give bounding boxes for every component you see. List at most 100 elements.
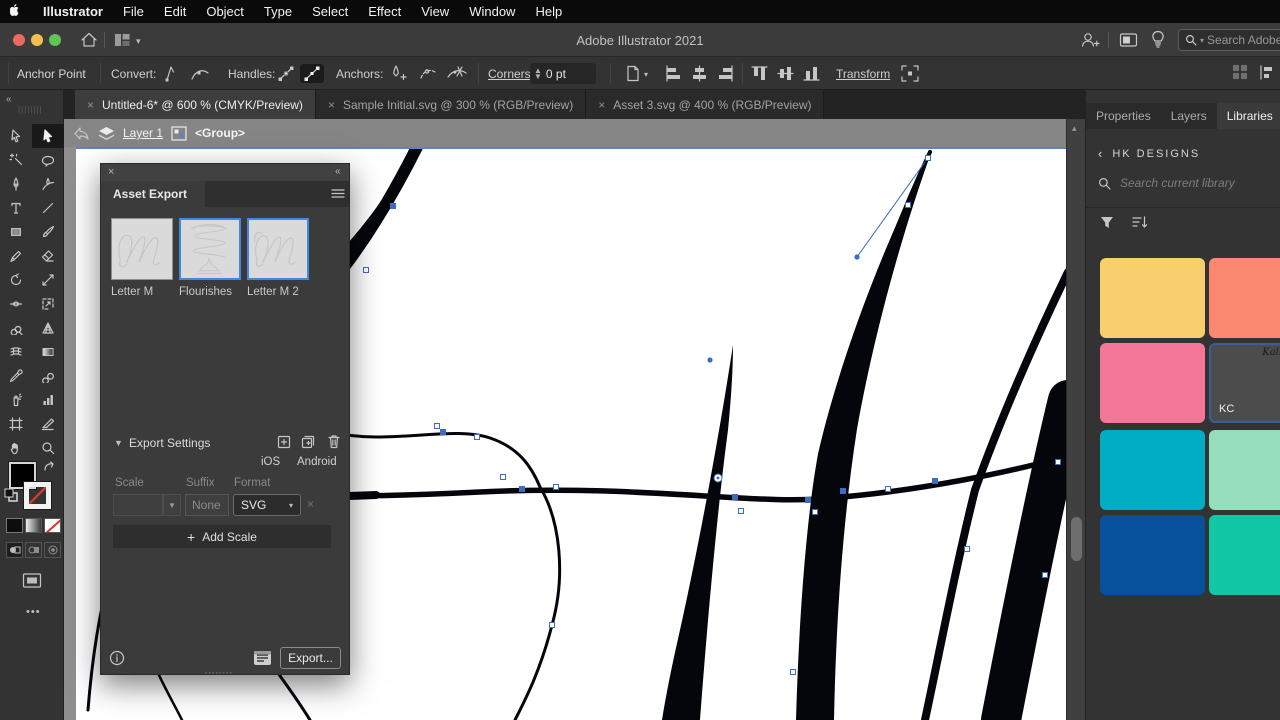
cut-path-icon[interactable]	[446, 64, 468, 83]
collapse-panel-icon[interactable]: «	[335, 166, 341, 177]
stroke-color-well[interactable]	[24, 482, 51, 509]
type-tool[interactable]	[0, 196, 32, 220]
color-mode-gradient-button[interactable]	[25, 518, 42, 533]
library-color-swatch[interactable]	[1100, 258, 1205, 338]
tools-drag-handle[interactable]: ||||||||	[18, 105, 43, 114]
menu-item-help[interactable]: Help	[525, 4, 572, 19]
document-setup-icon[interactable]	[624, 64, 642, 83]
align-top-icon[interactable]	[750, 64, 769, 83]
close-tab-icon[interactable]: ×	[87, 98, 94, 112]
magic-wand-tool[interactable]	[0, 148, 32, 172]
panel-menu-icon[interactable]	[331, 186, 345, 200]
asset-thumb-letter-m[interactable]	[111, 218, 173, 280]
shaper-tool[interactable]	[0, 244, 32, 268]
library-color-swatch[interactable]	[1209, 515, 1280, 595]
menu-item-object[interactable]: Object	[196, 4, 254, 19]
adobe-search-field[interactable]: ▾ Search Adobe	[1178, 29, 1280, 51]
panel-resize-handle[interactable]: ▪▪▪▪▪▪▪▪	[205, 670, 233, 677]
hand-tool[interactable]	[0, 436, 32, 460]
menu-item-window[interactable]: Window	[459, 4, 525, 19]
selection-tool[interactable]	[0, 124, 32, 148]
rectangle-tool[interactable]	[0, 220, 32, 244]
close-tab-icon[interactable]: ×	[328, 98, 335, 112]
panel-dock-icon[interactable]	[1258, 64, 1275, 81]
convert-to-corner-icon[interactable]	[160, 64, 180, 83]
lasso-tool[interactable]	[32, 148, 64, 172]
corners-field[interactable]: ▲▼ 0 pt	[530, 63, 596, 84]
curvature-tool[interactable]	[32, 172, 64, 196]
document-setup-chevron-icon[interactable]: ▾	[644, 70, 648, 79]
eraser-tool[interactable]	[32, 244, 64, 268]
column-graph-tool[interactable]	[32, 388, 64, 412]
library-color-swatch[interactable]	[1209, 258, 1280, 338]
workspace-grid-icon[interactable]	[1232, 64, 1248, 80]
direct-selection-tool[interactable]	[32, 124, 64, 148]
android-link[interactable]: Android	[297, 456, 337, 468]
library-color-swatch[interactable]	[1100, 343, 1205, 423]
menu-app-name[interactable]: Illustrator	[33, 4, 113, 19]
vertical-scrollbar[interactable]: ▴	[1066, 119, 1085, 720]
isolate-object-icon[interactable]	[900, 64, 920, 83]
sort-icon[interactable]	[1132, 216, 1148, 229]
free-transform-tool[interactable]	[32, 292, 64, 316]
document-tab-2[interactable]: ×Asset 3.svg @ 400 % (RGB/Preview)	[586, 90, 824, 119]
breadcrumb-layer[interactable]: Layer 1	[123, 126, 163, 140]
corners-link[interactable]: Corners:	[488, 67, 534, 81]
mesh-tool[interactable]	[0, 340, 32, 364]
remove-anchor-icon[interactable]	[418, 64, 438, 83]
scale-tool[interactable]	[32, 268, 64, 292]
pen-tool[interactable]	[0, 172, 32, 196]
convert-to-smooth-icon[interactable]	[190, 64, 210, 83]
collapse-tools-icon[interactable]: «	[6, 94, 12, 105]
transform-link[interactable]: Transform	[836, 67, 890, 81]
width-tool[interactable]	[0, 292, 32, 316]
remove-scale-icon[interactable]: ×	[307, 497, 314, 511]
eyedropper-tool[interactable]	[0, 364, 32, 388]
asset-thumb-flourishes[interactable]	[179, 218, 241, 280]
menu-item-view[interactable]: View	[411, 4, 459, 19]
launch-export-dialog-icon[interactable]	[253, 650, 272, 666]
add-asset-icon[interactable]	[277, 435, 291, 449]
scroll-up-icon[interactable]: ▴	[1072, 123, 1077, 134]
menu-item-select[interactable]: Select	[302, 4, 358, 19]
library-graphic-item[interactable]: Kalli CompKC	[1209, 343, 1280, 423]
ios-link[interactable]: iOS	[261, 456, 280, 468]
align-center-icon[interactable]	[690, 64, 709, 83]
shape-builder-tool[interactable]	[0, 316, 32, 340]
color-mode-none-button[interactable]	[44, 518, 61, 533]
exit-isolation-icon[interactable]	[72, 126, 90, 141]
scrollbar-thumb[interactable]	[1071, 517, 1082, 561]
apple-menu-icon[interactable]	[0, 4, 33, 19]
gradient-tool[interactable]	[32, 340, 64, 364]
hide-handles-icon[interactable]	[300, 64, 324, 83]
dock-tab-properties[interactable]: Properties	[1086, 103, 1161, 129]
filter-icon[interactable]	[1100, 216, 1114, 229]
lightbulb-icon[interactable]	[1150, 30, 1166, 50]
screen-mode-icon[interactable]	[22, 572, 42, 589]
blend-tool[interactable]	[32, 364, 64, 388]
paintbrush-tool[interactable]	[32, 220, 64, 244]
arrange-documents-icon[interactable]	[1119, 32, 1138, 48]
zoom-tool[interactable]	[32, 436, 64, 460]
perspective-grid-tool[interactable]	[32, 316, 64, 340]
document-tab-1[interactable]: ×Sample Initial.svg @ 300 % (RGB/Preview…	[316, 90, 586, 119]
dock-tab-libraries[interactable]: Libraries	[1217, 103, 1280, 129]
slice-tool[interactable]	[32, 412, 64, 436]
align-left-icon[interactable]	[664, 64, 683, 83]
align-right-icon[interactable]	[716, 64, 735, 83]
library-color-swatch[interactable]	[1100, 430, 1205, 510]
menu-item-effect[interactable]: Effect	[358, 4, 411, 19]
library-color-swatch[interactable]	[1100, 515, 1205, 595]
artboard-tool[interactable]	[0, 412, 32, 436]
share-user-icon[interactable]	[1080, 31, 1100, 49]
scale-dropdown-button[interactable]: ▼	[163, 494, 181, 516]
add-scale-button[interactable]: + Add Scale	[113, 525, 331, 548]
duplicate-asset-icon[interactable]	[301, 435, 316, 449]
menu-item-file[interactable]: File	[113, 4, 154, 19]
close-tab-icon[interactable]: ×	[598, 98, 605, 112]
edit-toolbar-icon[interactable]: •••	[26, 606, 41, 618]
swap-fill-stroke-icon[interactable]	[42, 460, 57, 475]
menu-item-edit[interactable]: Edit	[154, 4, 196, 19]
corners-stepper[interactable]: ▲▼	[530, 68, 546, 80]
scale-input[interactable]	[113, 494, 163, 516]
